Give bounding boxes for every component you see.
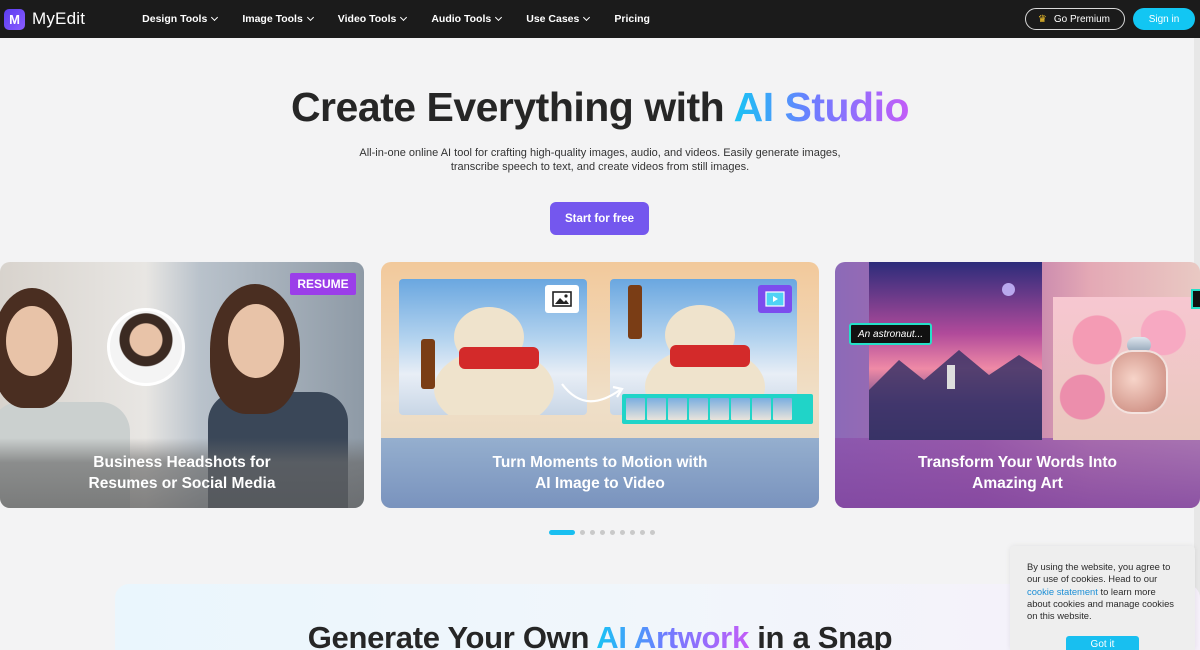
caption-line: Business Headshots for [93,454,271,471]
carousel-dot-6[interactable] [620,530,625,535]
film-frame [710,398,729,420]
carousel-dot-5[interactable] [610,530,615,535]
hero-subtitle-line: transcribe speech to text, and create vi… [450,161,750,173]
video-icon [758,285,792,313]
menu-audio-tools[interactable]: Audio Tools [431,13,503,25]
film-frame [668,398,687,420]
card-caption: Turn Moments to Motion with AI Image to V… [381,438,819,508]
film-frame [773,398,792,420]
resume-badge: RESUME [290,273,356,295]
carousel-dot-7[interactable] [630,530,635,535]
chevron-down-icon [495,13,503,22]
person-face [6,306,58,376]
caption-line: Amazing Art [972,475,1063,492]
hero-title: Create Everything with AI Studio [0,84,1200,131]
go-premium-button[interactable]: ♛ Go Premium [1024,8,1125,30]
film-frame [647,398,666,420]
menu-video-tools[interactable]: Video Tools [337,13,408,25]
section-title-gradient: AI Artwork [596,620,749,650]
chevron-down-icon [211,13,219,22]
prompt-tag: An astronaut... [849,323,933,345]
cookie-text: By using the website, you agree to our u… [1027,561,1171,585]
moon [1002,283,1015,296]
carousel-dot-8[interactable] [640,530,645,535]
avatar-thumbnail [107,308,185,386]
carousel-pagination [549,530,660,535]
person-face [228,304,284,378]
carousel-dot-1[interactable] [549,530,575,535]
caption-line: Turn Moments to Motion with [492,454,708,471]
film-frame [752,398,771,420]
start-for-free-button[interactable]: Start for free [550,202,649,235]
arrow-icon [561,383,624,403]
caption-line: AI Image to Video [535,475,665,492]
top-nav: M MyEdit Design Tools Image Tools Video … [0,0,1200,38]
chevron-down-icon [306,13,314,22]
image-icon [545,285,579,313]
carousel-dot-4[interactable] [600,530,605,535]
menu-use-cases[interactable]: Use Cases [526,13,591,25]
menu-label: Audio Tools [431,13,492,25]
bottle [628,285,642,339]
caption-line: Transform Your Words Into [918,454,1117,471]
cookie-statement-link[interactable]: cookie statement [1027,586,1098,597]
carousel-dot-9[interactable] [650,530,655,535]
carousel-dot-2[interactable] [580,530,585,535]
hero-title-gradient: AI Studio [733,84,910,130]
main-menu: Design Tools Image Tools Video Tools Aud… [142,13,675,25]
hero-subtitle: All-in-one online AI tool for crafting h… [0,146,1200,174]
menu-design-tools[interactable]: Design Tools [142,13,219,25]
menu-label: Design Tools [142,13,208,25]
menu-label: Use Cases [526,13,580,25]
film-frame [626,398,645,420]
sign-in-button[interactable]: Sign in [1133,8,1195,30]
section-title-plain: in a Snap [748,620,893,650]
logo-icon: M [4,8,25,30]
menu-image-tools[interactable]: Image Tools [242,13,314,25]
logo-text: MyEdit [32,9,86,28]
hero-title-plain: Create Everything with [290,84,734,130]
menu-label: Pricing [614,13,650,25]
card-caption: Business Headshots for Resumes or Social … [0,438,364,508]
cookie-banner: By using the website, you agree to our u… [1010,546,1195,650]
nav-actions: ♛ Go Premium Sign in [1024,8,1195,30]
bottle [421,339,435,389]
scarf [670,345,750,367]
carousel-dot-3[interactable] [590,530,595,535]
card-caption: Transform Your Words Into Amazing Art [835,438,1200,508]
perfume-bottle [1110,350,1168,414]
partial-tag [1191,289,1200,309]
video-filmstrip [622,394,813,424]
logo[interactable]: M MyEdit [4,8,86,30]
chevron-down-icon [583,13,591,22]
go-premium-label: Go Premium [1053,13,1110,25]
crown-icon: ♛ [1037,13,1047,25]
film-frame [731,398,750,420]
scarf [459,347,539,369]
menu-label: Video Tools [337,13,397,25]
mountain-silhouette [869,350,1042,440]
chevron-down-icon [400,13,408,22]
hero-subtitle-line: All-in-one online AI tool for crafting h… [359,147,841,159]
menu-label: Image Tools [242,13,303,25]
menu-pricing[interactable]: Pricing [614,13,650,25]
carousel-card-headshots[interactable]: Business Headshots for Resumes or Social … [0,262,364,508]
film-frame [689,398,708,420]
caption-line: Resumes or Social Media [88,475,276,492]
got-it-button[interactable]: Got it [1066,636,1139,650]
section-title-plain: Generate Your Own [307,620,597,650]
